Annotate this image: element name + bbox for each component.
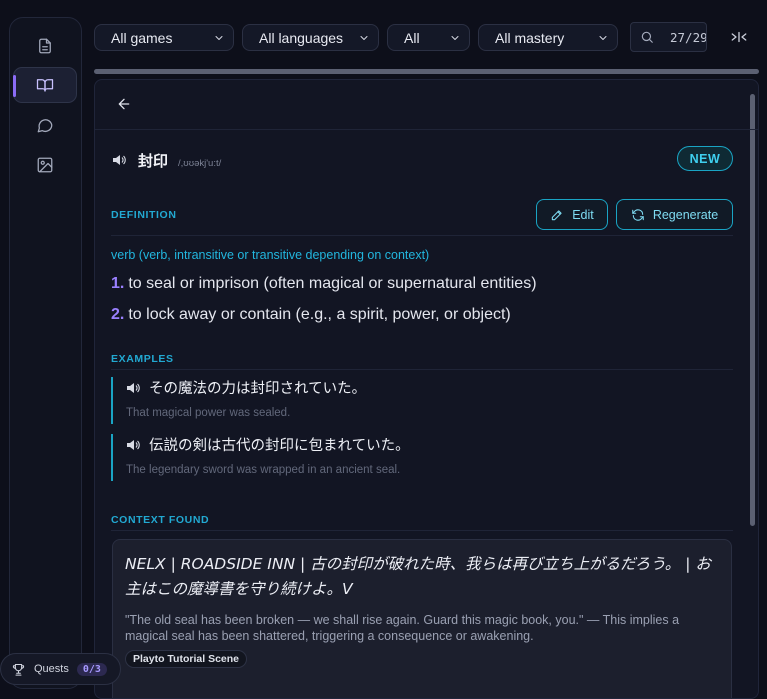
pronunciation: /,ʊʊəkj'u:t/ [178, 158, 222, 169]
divider [111, 530, 733, 531]
scrollbar-thumb[interactable] [750, 94, 755, 526]
sidebar-item-images[interactable] [13, 147, 77, 183]
status-badge: NEW [677, 146, 733, 171]
arrow-left-icon [118, 98, 130, 110]
refresh-icon [632, 208, 644, 221]
context-card: NELX | ROADSIDE INN | 古の封印が破れた時、我らは再び立ち上… [112, 539, 732, 698]
definition-heading: DEFINITION [111, 209, 177, 221]
collapse-toggle-button[interactable] [730, 28, 748, 46]
mastery-select-value: All mastery [495, 29, 565, 46]
languages-select-value: All languages [259, 29, 344, 46]
speaker-icon[interactable] [126, 439, 140, 451]
search-input[interactable] [670, 29, 706, 45]
speaker-icon[interactable] [112, 153, 126, 165]
word-detail-panel: 封印 /,ʊʊəkj'u:t/ NEW DEFINITION Edit Rege… [94, 79, 759, 699]
quests-count-badge: 0/3 [76, 662, 107, 676]
document-icon [39, 38, 51, 54]
games-select[interactable]: All games [94, 24, 234, 51]
sidebar [9, 17, 82, 689]
games-select-value: All games [111, 29, 173, 46]
languages-select[interactable]: All languages [242, 24, 379, 51]
chevron-down-icon [599, 35, 607, 40]
context-heading: CONTEXT FOUND [111, 514, 210, 526]
chat-bubble-icon [37, 119, 53, 133]
pencil-icon [552, 209, 562, 220]
collapse-arrows-icon [731, 31, 747, 43]
divider [111, 235, 733, 236]
example-japanese: その魔法の力は封印されていた。 [149, 381, 367, 397]
regenerate-button-label: Regenerate [652, 207, 719, 222]
trophy-icon [12, 663, 25, 676]
sidebar-item-chat[interactable] [13, 107, 77, 143]
sidebar-item-documents[interactable] [13, 28, 77, 64]
mastery-select[interactable]: All mastery [478, 24, 618, 51]
definition-sense: 2. to lock away or contain (e.g., a spiri… [111, 306, 511, 324]
image-icon [37, 157, 53, 173]
search-icon [641, 31, 653, 43]
sense-number: 1. [111, 275, 125, 292]
example-translation: That magical power was sealed. [126, 407, 291, 419]
word-header: 封印 /,ʊʊəkj'u:t/ [112, 150, 221, 171]
part-of-speech: verb (verb, intransitive or transitive d… [111, 248, 430, 262]
edit-button-label: Edit [572, 207, 594, 222]
sense-text: to lock away or contain (e.g., a spirit,… [128, 306, 511, 323]
example-translation: The legendary sword was wrapped in an an… [126, 464, 401, 476]
chevron-down-icon [360, 35, 368, 40]
edit-button[interactable]: Edit [536, 199, 608, 230]
type-select[interactable]: All [387, 24, 470, 51]
divider [95, 129, 758, 130]
speaker-icon[interactable] [126, 382, 140, 394]
type-select-value: All [404, 29, 420, 46]
example-item: その魔法の力は封印されていた。 That magical power was s… [111, 377, 711, 424]
chevron-down-icon [451, 35, 459, 40]
examples-heading: EXAMPLES [111, 353, 174, 365]
scene-tag[interactable]: Playto Tutorial Scene [125, 650, 247, 668]
quests-label: Quests [34, 663, 69, 675]
example-item: 伝説の剣は古代の封印に包まれていた。 The legendary sword w… [111, 434, 711, 481]
headword: 封印 [138, 152, 169, 170]
regenerate-button[interactable]: Regenerate [616, 199, 733, 230]
sense-number: 2. [111, 306, 125, 323]
context-explanation: "The old seal has been broken — we shall… [125, 613, 680, 643]
search-box[interactable] [630, 22, 707, 52]
sense-text: to seal or imprison (often magical or su… [128, 275, 537, 292]
back-button[interactable] [116, 96, 132, 112]
definition-sense: 1. to seal or imprison (often magical or … [111, 275, 537, 293]
horizontal-scrollbar[interactable] [94, 69, 759, 74]
divider [111, 369, 733, 370]
quests-button[interactable]: Quests 0/3 [0, 653, 121, 685]
context-source-line: NELX | ROADSIDE INN | 古の封印が破れた時、我らは再び立ち上… [125, 555, 711, 598]
example-japanese: 伝説の剣は古代の封印に包まれていた。 [149, 438, 410, 454]
sidebar-item-dictionary[interactable] [13, 67, 77, 103]
chevron-down-icon [215, 35, 223, 40]
book-open-icon [36, 79, 54, 92]
